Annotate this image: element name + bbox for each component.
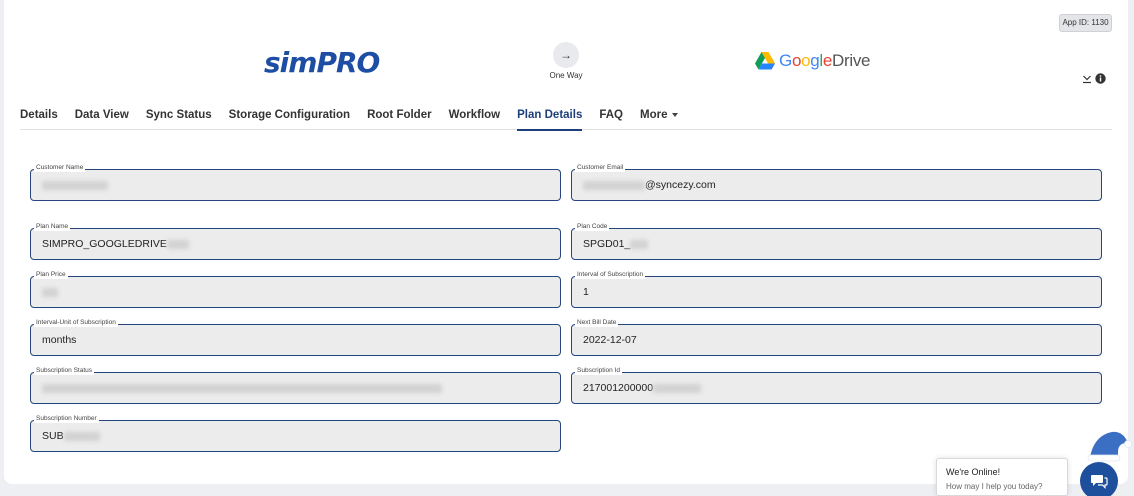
tab-root-folder[interactable]: Root Folder [367, 104, 432, 130]
plan-name-label: Plan Name [34, 222, 71, 231]
tab-faq[interactable]: FAQ [599, 104, 623, 130]
info-icon[interactable] [1095, 73, 1106, 84]
arrow-right-icon: → [560, 48, 572, 62]
customer-email-value: @syncezy.com [583, 179, 716, 191]
subscription-id-field[interactable]: Subscription Id 217001200000 [571, 366, 1102, 404]
tab-storage-configuration[interactable]: Storage Configuration [229, 104, 350, 130]
next-bill-date-value: 2022-12-07 [583, 334, 637, 346]
header-tools [1082, 73, 1106, 84]
customer-name-field[interactable]: Customer Name [30, 163, 561, 201]
next-bill-date-field[interactable]: Next Bill Date 2022-12-07 [571, 318, 1102, 356]
interval-unit-label: Interval-Unit of Subscription [34, 318, 118, 327]
google-drive-logo: GoogleDrive [755, 51, 871, 71]
customer-email-label: Customer Email [575, 163, 626, 172]
plan-name-text: SIMPRO_GOOGLEDRIVE [42, 238, 167, 250]
app-id-badge: App ID: 1130 [1059, 14, 1112, 32]
customer-name-value [42, 179, 108, 191]
subscription-number-text: SUB [42, 430, 64, 442]
sync-direction-button[interactable]: → [553, 42, 579, 68]
interval-unit-value: months [42, 334, 77, 346]
subscription-number-field[interactable]: Subscription Number SUB [30, 414, 561, 452]
plan-name-value: SIMPRO_GOOGLEDRIVE [42, 238, 189, 250]
tab-bar: Details Data View Sync Status Storage Co… [20, 104, 1112, 131]
subscription-status-label: Subscription Status [34, 366, 95, 375]
google-drive-logo-text: GoogleDrive [779, 51, 871, 70]
subscription-id-value: 217001200000 [583, 382, 702, 394]
plan-code-text: SPGD01_ [583, 238, 631, 250]
chat-title: We're Online! [946, 467, 1001, 477]
redacted-mask [653, 383, 702, 393]
download-icon[interactable] [1082, 73, 1092, 84]
google-drive-icon [755, 52, 775, 70]
redacted-mask [630, 239, 649, 249]
subscription-id-text: 217001200000 [583, 382, 654, 394]
plan-price-field[interactable]: Plan Price [30, 270, 561, 308]
interval-label: Interval of Subscription [575, 270, 646, 279]
chat-subtitle: How may I help you today? [946, 482, 1043, 491]
customer-email-domain: @syncezy.com [645, 179, 716, 191]
tab-data-view[interactable]: Data View [75, 104, 129, 130]
tab-details[interactable]: Details [20, 104, 58, 130]
simpro-logo-text: simPRO [264, 45, 380, 79]
tab-workflow[interactable]: Workflow [449, 104, 501, 130]
customer-email-field[interactable]: Customer Email @syncezy.com [571, 163, 1102, 201]
main-card: App ID: 1130 simPRO → One Way GoogleDriv… [4, 0, 1128, 484]
redacted-mask [42, 287, 58, 297]
sync-direction-label: One Way [549, 71, 583, 80]
subscription-status-value [42, 382, 442, 394]
tab-more[interactable]: More [639, 104, 679, 130]
plan-code-field[interactable]: Plan Code SPGD01_ [571, 222, 1102, 260]
tab-sync-status[interactable]: Sync Status [146, 104, 212, 130]
subscription-number-label: Subscription Number [34, 414, 99, 423]
plan-name-field[interactable]: Plan Name SIMPRO_GOOGLEDRIVE [30, 222, 561, 260]
tab-more-label: More [639, 109, 668, 121]
plan-price-value [42, 286, 58, 298]
redacted-mask [42, 180, 108, 190]
chat-icon [1091, 475, 1108, 489]
santa-hat-icon [1087, 431, 1132, 462]
chat-popup[interactable]: We're Online! How may I help you today? [936, 458, 1068, 496]
interval-field[interactable]: Interval of Subscription 1 [571, 270, 1102, 308]
customer-name-label: Customer Name [34, 163, 86, 172]
subscription-status-field[interactable]: Subscription Status [30, 366, 561, 404]
plan-price-label: Plan Price [34, 270, 68, 279]
redacted-mask [42, 383, 442, 393]
simpro-logo: simPRO [264, 44, 380, 80]
redacted-mask [166, 239, 189, 249]
tab-plan-details[interactable]: Plan Details [517, 104, 583, 131]
plan-code-value: SPGD01_ [583, 238, 649, 250]
chat-launcher-button[interactable] [1080, 462, 1118, 496]
redacted-mask [583, 180, 645, 190]
interval-unit-field[interactable]: Interval-Unit of Subscription months [30, 318, 561, 356]
redacted-mask [63, 431, 100, 441]
caret-down-icon [672, 112, 679, 117]
subscription-id-label: Subscription Id [575, 366, 622, 375]
subscription-number-value: SUB [42, 430, 100, 442]
plan-code-label: Plan Code [575, 222, 610, 231]
interval-value: 1 [583, 286, 589, 298]
next-bill-date-label: Next Bill Date [575, 318, 619, 327]
